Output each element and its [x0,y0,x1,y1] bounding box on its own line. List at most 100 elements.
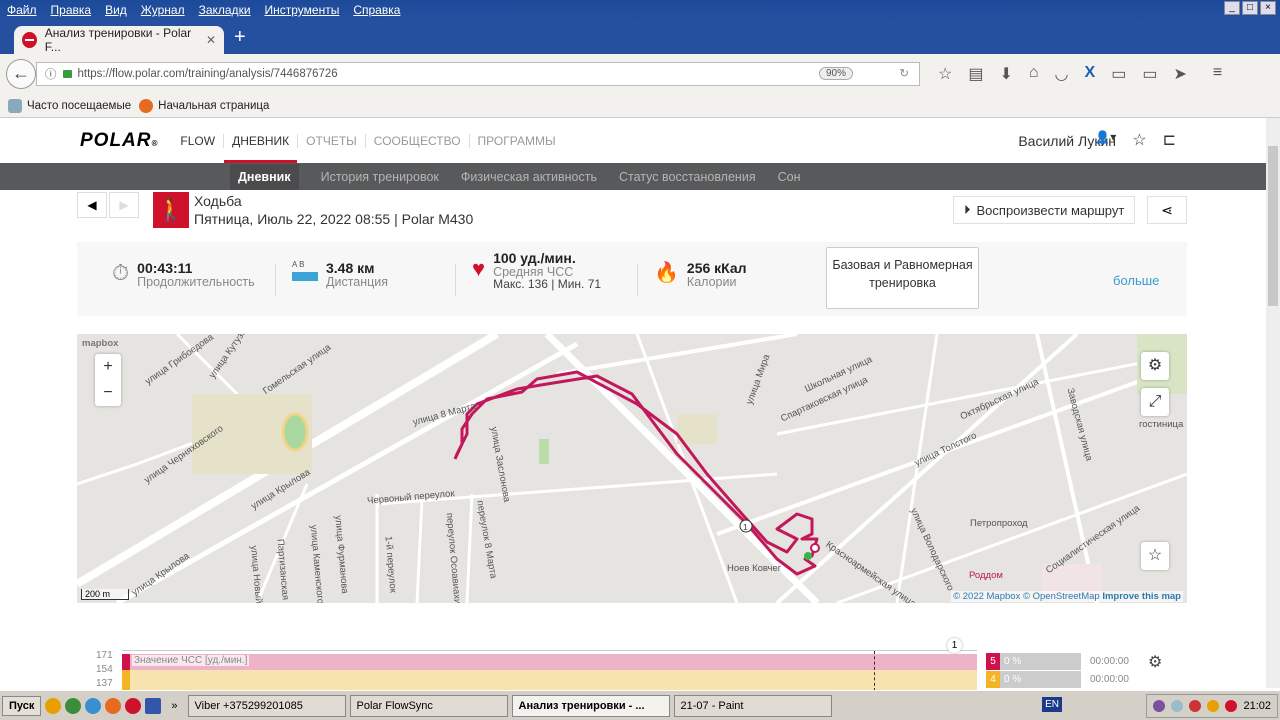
subnav-recovery[interactable]: Статус восстановления [619,170,756,184]
zoom-out-button[interactable]: − [95,380,121,406]
subnav-diary[interactable]: Дневник [230,163,299,190]
y-tick: 137 [96,678,113,689]
task-paint[interactable]: 21-07 - Paint [673,694,832,717]
lap-line [874,651,875,690]
favorites-star-icon[interactable]: ☆ [1132,130,1146,150]
fullscreen-button[interactable]: ⤢ [1141,388,1169,416]
place-label: Ноев Ковчег [727,563,782,574]
url-bar[interactable]: ⓘ https://flow.polar.com/training/analys… [36,62,920,86]
map-settings-button[interactable]: ⚙ [1141,352,1169,380]
language-indicator[interactable]: EN [1042,697,1062,712]
place-label: Роддом [969,570,1003,581]
nav-reports[interactable]: ОТЧЕТЫ [297,133,365,148]
expand-icon: ⤢ [1148,393,1162,410]
more-link[interactable]: больше [1113,273,1159,288]
zoom-level[interactable]: 90% [818,67,853,80]
chart-plot[interactable]: Значение ЧСС [уд./мин.] [122,650,977,690]
bookmark-star-icon[interactable]: ☆ [938,64,952,84]
save-icon[interactable] [145,697,162,714]
firefox-icon[interactable] [105,697,122,714]
minimize-button[interactable]: _ [1224,1,1240,15]
hr-max-min: Макс. 136 | Мин. 71 [493,277,602,291]
ruler-icon [292,272,318,281]
nav-flow[interactable]: FLOW [172,134,223,148]
home-icon[interactable]: ⌂ [1029,64,1039,84]
maximize-button[interactable]: □ [1242,1,1258,15]
share-button[interactable]: ⋖ [1147,196,1187,224]
zone-5-row: 50 % [986,653,1081,670]
tab-title: Анализ тренировки - Polar F... [44,26,192,54]
subnav-sleep[interactable]: Сон [778,170,801,184]
nav-toolbar: ← ⓘ https://flow.polar.com/training/anal… [0,54,1280,94]
menu-help[interactable]: Справка [353,3,400,19]
opera-icon[interactable] [125,697,142,714]
zoom-controls: + − [95,354,121,406]
sport-name: Ходьба [194,193,242,209]
distance-value: 3.48 км [326,260,375,276]
bookmark-most-visited[interactable]: Часто посещаемые [8,98,131,113]
osm-link[interactable]: © OpenStreetMap [1023,591,1100,602]
sub-navigation: Дневник История тренировок Физическая ак… [0,163,1266,190]
map-favorite-button[interactable]: ☆ [1141,542,1169,570]
nav-diary[interactable]: ДНЕВНИК [223,133,298,163]
task-firefox[interactable]: Анализ тренировки - ... [511,694,670,717]
library-icon[interactable]: ▤ [968,64,983,84]
download-icon[interactable]: ⬇ [999,64,1012,84]
chrome-icon[interactable] [65,697,82,714]
menu-icon[interactable]: ≡ [1213,64,1222,84]
improve-map-link[interactable]: Improve this map [1102,591,1181,602]
user-icon[interactable]: 👤▾ [1095,130,1116,150]
bookmark-start-page[interactable]: Начальная страница [139,98,269,113]
browser-tab[interactable]: Анализ тренировки - Polar F... ✕ [14,26,224,54]
previous-training-button[interactable]: ◀ [77,192,107,218]
hr-chart: 171 154 137 Значение ЧСС [уд./мин.] 1 50… [80,632,1266,690]
close-window-button[interactable]: × [1260,1,1276,15]
replay-route-button[interactable]: ⏵ Воспроизвести маршрут [953,196,1136,224]
avast-icon[interactable] [45,697,62,714]
menu-history[interactable]: Журнал [141,3,185,19]
app-icon[interactable] [85,697,102,714]
flame-icon: 🔥 [654,262,679,284]
close-tab-icon[interactable]: ✕ [206,33,216,47]
lap-marker[interactable]: 1 [947,638,962,653]
task-viber[interactable]: Viber +375299201085 [187,694,346,717]
training-benefit-button[interactable]: Базовая и Равномерная тренировка [826,247,979,309]
place-label: Петропроход [970,518,1028,529]
subnav-history[interactable]: История тренировок [321,170,439,184]
task-flowsync[interactable]: Polar FlowSync [349,694,508,717]
polar-logo[interactable]: POLAR® [80,130,158,152]
nav-community[interactable]: СООБЩЕСТВО [364,133,469,148]
info-icon[interactable]: ⓘ [45,66,57,82]
reload-icon[interactable]: ↻ [899,66,909,80]
menu-file[interactable]: Файл [7,3,37,19]
browser-menubar: Файл Правка Вид Журнал Закладки Инструме… [0,0,1280,22]
mapbox-logo[interactable]: mapbox [82,338,118,349]
sync-notification-icon[interactable]: ⊏ [1163,130,1176,150]
menu-view[interactable]: Вид [105,3,127,19]
menu-tools[interactable]: Инструменты [265,3,340,19]
flag-icon[interactable]: ▭ [1111,64,1126,84]
start-button[interactable]: Пуск [2,695,42,716]
pocket-icon[interactable]: ◡ [1055,64,1069,84]
duration-value: 00:43:11 [137,260,193,276]
next-training-button[interactable]: ▶ [109,192,139,218]
menu-edit[interactable]: Правка [51,3,92,19]
chart-settings-icon[interactable]: ⚙ [1148,652,1162,672]
subnav-activity[interactable]: Физическая активность [461,170,597,184]
extension-x-icon[interactable]: X [1085,64,1096,84]
map-attribution: © 2022 Mapbox © OpenStreetMap Improve th… [951,591,1183,602]
page-scrollbar[interactable] [1266,118,1280,688]
tray-icon [1171,700,1184,712]
screen-icon[interactable]: ▭ [1142,64,1157,84]
back-button[interactable]: ← [6,59,36,89]
firefox-icon [139,98,154,113]
send-icon[interactable]: ➤ [1173,64,1186,84]
mapbox-link[interactable]: © 2022 Mapbox [953,591,1020,602]
zone-4-row: 40 % [986,671,1081,688]
nav-programs[interactable]: ПРОГРАММЫ [468,133,564,148]
bookmarks-bar: Часто посещаемые Начальная страница [0,94,1280,118]
menu-bookmarks[interactable]: Закладки [199,3,251,19]
route-map[interactable]: 1 mapbox улица Грибоедова Гомельская ули… [77,334,1187,603]
zoom-in-button[interactable]: + [95,354,121,380]
new-tab-button[interactable]: + [234,26,246,49]
